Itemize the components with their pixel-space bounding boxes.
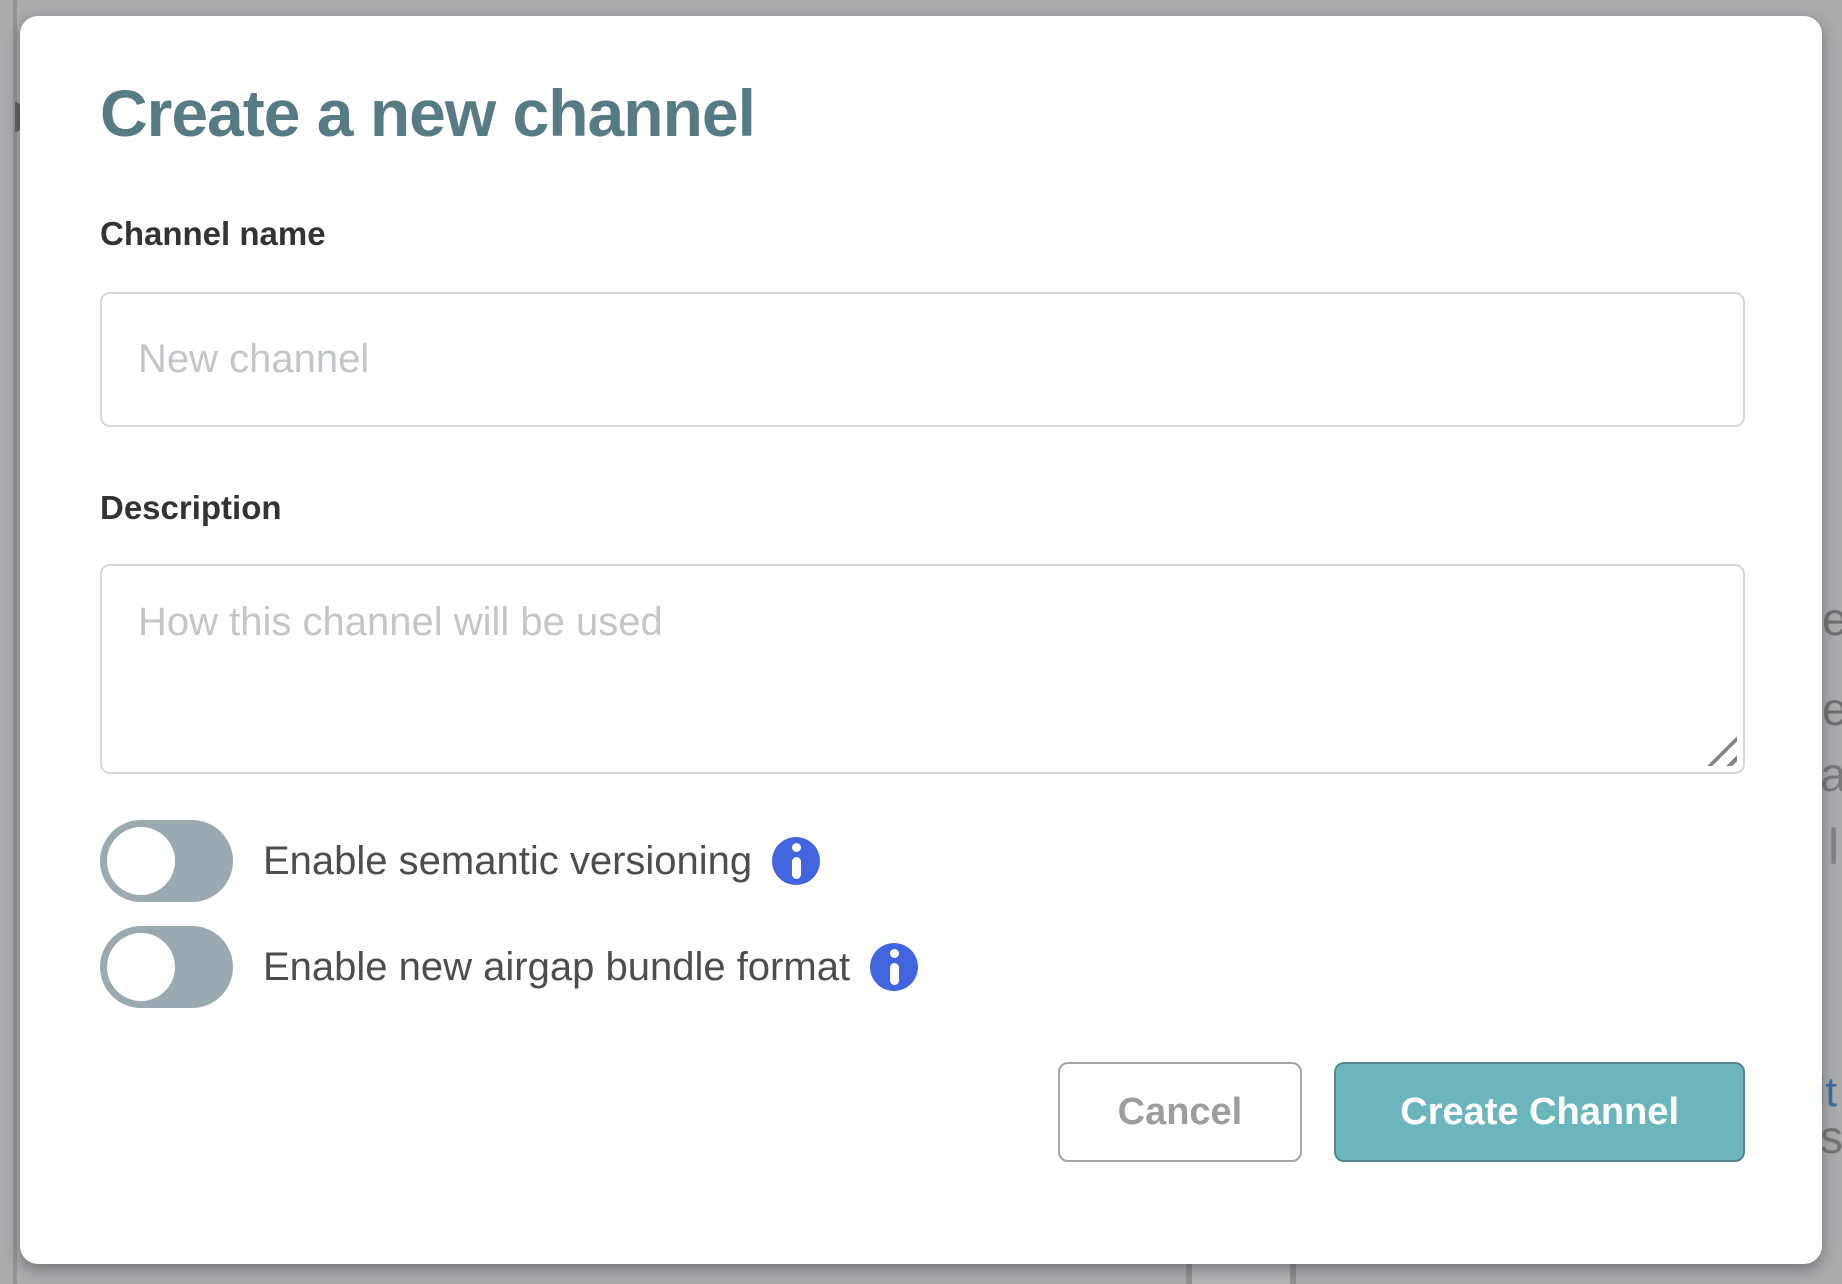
backdrop-table-divider — [1290, 1264, 1296, 1284]
channel-name-label: Channel name — [100, 217, 1744, 250]
airgap-bundle-toggle[interactable] — [100, 926, 233, 1008]
backdrop-text-fragment: e — [1822, 682, 1842, 736]
semantic-versioning-label: Enable semantic versioning — [263, 841, 752, 881]
create-channel-modal: Create a new channel Channel name Descri… — [20, 16, 1822, 1264]
info-icon-stem — [890, 963, 899, 985]
info-icon[interactable] — [772, 837, 820, 885]
info-icon-dot — [890, 949, 899, 958]
toggle-knob — [107, 827, 175, 895]
modal-footer: Cancel Create Channel — [100, 1062, 1745, 1162]
info-icon[interactable] — [870, 943, 918, 991]
modal-title: Create a new channel — [100, 74, 1744, 153]
info-icon-dot — [792, 843, 801, 852]
backdrop-table-cell — [1192, 1264, 1290, 1284]
airgap-bundle-row: Enable new airgap bundle format — [100, 926, 1744, 1008]
channel-name-input[interactable] — [100, 292, 1745, 427]
info-icon-stem — [792, 857, 801, 879]
cancel-button[interactable]: Cancel — [1058, 1062, 1303, 1162]
description-textarea[interactable] — [100, 564, 1745, 774]
backdrop-text-fragment: s — [1820, 1110, 1842, 1164]
backdrop-text-fragment: l — [1828, 818, 1839, 876]
toggle-knob — [107, 933, 175, 1001]
semantic-versioning-row: Enable semantic versioning — [100, 820, 1744, 902]
backdrop-text-fragment: a — [1820, 748, 1842, 803]
backdrop-seam — [13, 0, 17, 1284]
description-label: Description — [100, 491, 1744, 524]
semantic-versioning-toggle[interactable] — [100, 820, 233, 902]
backdrop-text-fragment: e — [1822, 592, 1842, 646]
create-channel-button[interactable]: Create Channel — [1334, 1062, 1745, 1162]
airgap-bundle-label: Enable new airgap bundle format — [263, 947, 850, 987]
